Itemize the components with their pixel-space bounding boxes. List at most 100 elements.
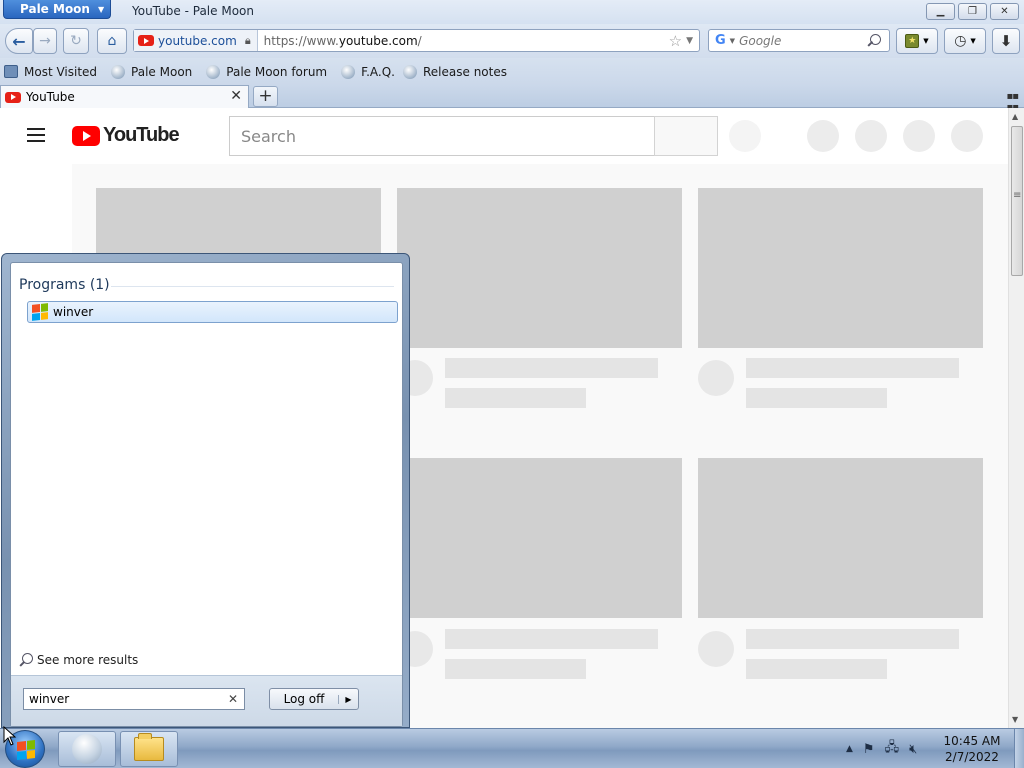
search-engine-placeholder: Google (739, 33, 782, 48)
header-icon-placeholder[interactable] (807, 120, 839, 152)
channel-avatar-placeholder (698, 360, 734, 396)
site-identity-button[interactable]: youtube.com 🔒︎ (134, 30, 258, 51)
url-domain: youtube.com (338, 33, 418, 48)
header-icon-placeholder[interactable] (903, 120, 935, 152)
youtube-search-input[interactable]: Search (229, 116, 655, 156)
video-thumbnail-placeholder[interactable] (698, 188, 983, 348)
search-result-winver[interactable]: winver (27, 301, 398, 323)
action-center-flag-icon[interactable]: ⚑ (863, 742, 875, 757)
globe-icon (206, 64, 221, 79)
navigation-toolbar: ← → ↻ ⌂ youtube.com 🔒︎ https://www.youtu… (0, 24, 1024, 58)
bookmark-most-visited[interactable]: Most Visited (4, 65, 101, 79)
search-engine-box[interactable]: G ▼ Google (708, 29, 890, 52)
url-text[interactable]: https://www.youtube.com/ (258, 34, 669, 48)
close-window-button[interactable]: ✕ (990, 3, 1019, 20)
folder-icon (4, 65, 18, 78)
taskbar: ▲ ⚑ 🖧︎ 🔇︎ 10:45 AM 2/7/2022 (0, 728, 1024, 768)
scrollbar-thumb[interactable] (1011, 126, 1023, 276)
reload-icon: ↻ (70, 33, 82, 49)
home-button[interactable]: ⌂ (97, 28, 127, 54)
engine-dropdown-icon[interactable]: ▼ (730, 37, 735, 45)
network-icon[interactable]: 🖧︎ (885, 738, 900, 760)
minimize-icon: ▁ (936, 6, 945, 17)
taskbar-explorer[interactable] (120, 731, 178, 767)
meta-placeholder (445, 388, 586, 408)
youtube-search-button[interactable] (654, 116, 718, 156)
minimize-button[interactable]: ▁ (926, 3, 955, 20)
hamburger-menu-icon[interactable] (27, 128, 45, 142)
youtube-favicon-icon (5, 91, 21, 103)
show-hidden-icons-icon[interactable]: ▲ (846, 744, 853, 754)
lock-icon: 🔒︎ (244, 33, 251, 47)
start-search-value: winver (29, 692, 70, 706)
show-desktop-button[interactable] (1014, 729, 1024, 768)
meta-placeholder (746, 659, 887, 679)
url-prefix: https://www. (263, 33, 339, 48)
addons-button[interactable]: ★ ▼ (896, 28, 938, 54)
clock-time: 10:45 AM (943, 734, 1001, 748)
globe-icon (111, 64, 126, 79)
taskbar-pale-moon[interactable] (58, 731, 116, 767)
bookmark-star-icon[interactable]: ☆ (669, 32, 682, 50)
restore-button[interactable]: ❐ (958, 3, 987, 20)
scroll-down-icon[interactable]: ▼ (1012, 715, 1018, 724)
bookmark-pale-moon-forum[interactable]: Pale Moon forum (206, 64, 331, 79)
result-label: winver (53, 305, 94, 319)
url-suffix: / (417, 33, 422, 48)
mouse-cursor-icon (3, 726, 17, 746)
voice-search-placeholder[interactable] (729, 120, 761, 152)
title-placeholder (445, 629, 658, 649)
log-off-button[interactable]: Log off ▶ (269, 688, 359, 710)
avatar-placeholder[interactable] (951, 120, 983, 152)
title-placeholder (746, 358, 959, 378)
programs-heading: Programs (1) (19, 277, 110, 293)
bookmark-label: Release notes (423, 64, 507, 79)
clock[interactable]: 10:45 AM 2/7/2022 (936, 733, 1008, 765)
url-dropdown-icon[interactable]: ▼ (686, 36, 693, 46)
downloads-button[interactable]: ⬇ (992, 28, 1020, 54)
clock-date: 2/7/2022 (945, 750, 999, 764)
puzzle-icon: ★ (905, 34, 920, 48)
clear-search-icon[interactable]: ✕ (228, 692, 238, 706)
header-icon-placeholder[interactable] (855, 120, 887, 152)
divider (111, 286, 394, 287)
youtube-header: YouTube Search (0, 108, 1008, 164)
back-button[interactable]: ← (5, 28, 33, 54)
search-icon[interactable] (867, 33, 881, 48)
page-scrollbar[interactable]: ▲ ▼ (1008, 108, 1024, 728)
video-thumbnail-placeholder[interactable] (397, 188, 682, 348)
bookmark-label: Pale Moon (131, 64, 193, 79)
shutdown-options-arrow-icon[interactable]: ▶ (338, 694, 358, 704)
tab-youtube[interactable]: YouTube ✕ (0, 85, 249, 108)
home-icon: ⌂ (107, 33, 117, 49)
app-menu-button[interactable]: Pale Moon ▼ (3, 0, 111, 19)
close-tab-icon[interactable]: ✕ (230, 88, 242, 104)
chevron-down-icon: ▼ (970, 37, 976, 45)
url-bar[interactable]: youtube.com 🔒︎ https://www.youtube.com/ … (133, 29, 700, 52)
start-search-input[interactable]: winver ✕ (23, 688, 245, 710)
history-button[interactable]: ◷ ▼ (944, 28, 986, 54)
volume-muted-icon[interactable]: 🔇︎ (909, 742, 917, 757)
site-identity-label: youtube.com (158, 33, 237, 48)
bookmark-pale-moon[interactable]: Pale Moon (111, 64, 196, 79)
see-more-results-link[interactable]: See more results (19, 653, 138, 667)
scroll-up-icon[interactable]: ▲ (1012, 112, 1018, 121)
forward-button[interactable]: → (33, 28, 57, 54)
bookmark-release-notes[interactable]: Release notes (403, 64, 511, 79)
pale-moon-icon (72, 734, 102, 764)
download-arrow-icon: ⬇ (999, 32, 1013, 50)
bookmark-label: Most Visited (24, 64, 98, 79)
log-off-label: Log off (283, 692, 325, 706)
bookmark-faq[interactable]: F.A.Q. (341, 64, 399, 79)
video-thumbnail-placeholder[interactable] (698, 458, 983, 618)
youtube-play-icon (72, 125, 100, 146)
video-thumbnail-placeholder[interactable] (397, 458, 682, 618)
folder-icon (134, 733, 164, 761)
clock-icon: ◷ (954, 33, 967, 49)
youtube-logo[interactable]: YouTube (72, 124, 180, 147)
bookmarks-toolbar: Most Visited Pale Moon Pale Moon forum F… (0, 58, 1024, 85)
restore-icon: ❐ (968, 6, 977, 17)
reload-button[interactable]: ↻ (63, 28, 89, 54)
see-more-label: See more results (37, 653, 139, 667)
new-tab-button[interactable]: + (253, 86, 278, 107)
